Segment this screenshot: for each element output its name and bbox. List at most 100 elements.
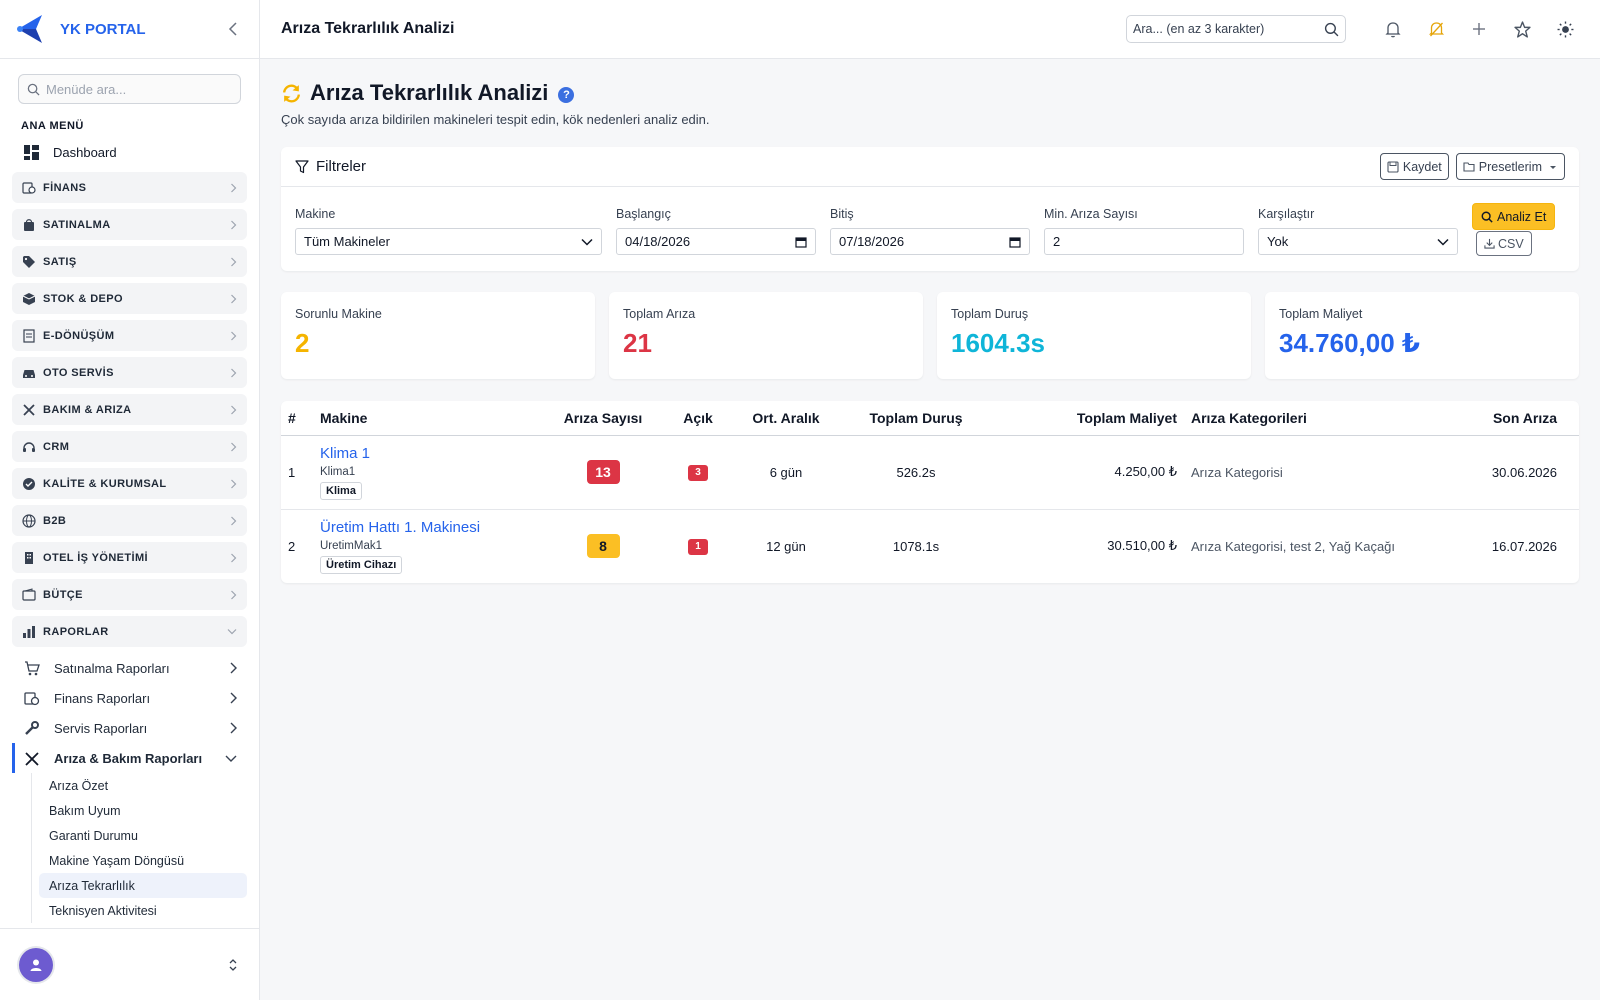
col-header-avg-interval[interactable]: Ort. Aralık (739, 401, 833, 436)
machine-link[interactable]: Klima 1 (320, 445, 542, 462)
sidebar-group-b2b[interactable]: B2B (12, 505, 247, 536)
sidebar-leaf-makine-yasam-dongusu[interactable]: Makine Yaşam Döngüsü (32, 848, 247, 873)
bell-icon[interactable] (1379, 15, 1407, 43)
menu-search-input[interactable] (46, 81, 226, 97)
wallet-icon (22, 587, 36, 601)
sidebar-group-oto-servi-s[interactable]: OTO SERVİS (12, 357, 247, 388)
page-title: Arıza Tekrarlılık Analizi (310, 80, 549, 105)
global-search-input[interactable] (1133, 22, 1324, 36)
sidebar-group-bakim-ariza[interactable]: BAKIM & ARIZA (12, 394, 247, 425)
sidebar-item-dashboard[interactable]: Dashboard (12, 138, 247, 166)
stat-value: 21 (623, 328, 652, 358)
chevron-right-icon (231, 442, 237, 451)
search-icon[interactable] (1324, 22, 1339, 37)
bell-off-icon[interactable] (1422, 15, 1450, 43)
wrench-icon (25, 720, 39, 735)
main-content: Arıza Tekrarlılık Analizi ? Çok sayıda a… (281, 59, 1579, 583)
col-header-machine[interactable]: Makine (313, 401, 549, 436)
help-icon[interactable]: ? (558, 86, 575, 103)
col-header-last-fault[interactable]: Son Arıza (1477, 401, 1579, 436)
star-icon[interactable] (1508, 15, 1536, 43)
menu-search[interactable] (18, 74, 241, 104)
calendar-icon[interactable] (1009, 236, 1021, 248)
sidebar-group-kali-te-kurumsal[interactable]: KALİTE & KURUMSAL (12, 468, 247, 499)
stat-card-total-downtime: Toplam Duruş 1604.3s (937, 292, 1251, 379)
stat-value: 34.760,00 ₺ (1279, 328, 1420, 358)
sidebar-group-fi-nans[interactable]: FİNANS (12, 172, 247, 203)
topbar-title: Arıza Tekrarlılık Analizi (281, 20, 455, 37)
download-icon (1484, 238, 1495, 249)
fault-count-badge: 13 (586, 460, 620, 484)
sidebar-leaf-ariza-ozet[interactable]: Arıza Özet (32, 773, 247, 798)
avatar[interactable] (19, 947, 53, 982)
folder-icon (1463, 162, 1475, 172)
csv-export-button[interactable]: CSV (1476, 231, 1532, 256)
sidebar-leaf-teknisyen-aktivitesi[interactable]: Teknisyen Aktivitesi (32, 898, 247, 923)
machine-link[interactable]: Üretim Hattı 1. Makinesi (320, 519, 542, 536)
sidebar-item-satinalma-raporlari[interactable]: Satınalma Raporları (12, 653, 247, 683)
sidebar-leaf-garanti-durumu[interactable]: Garanti Durumu (32, 823, 247, 848)
compare-field: Karşılaştır Yok (1258, 207, 1458, 255)
presets-dropdown[interactable]: Presetlerim (1455, 153, 1565, 180)
global-search[interactable] (1126, 15, 1346, 43)
sidebar-item-ariza-bakim-raporlari[interactable]: Arıza & Bakım Raporları (12, 743, 247, 773)
collapse-sidebar-button[interactable] (223, 19, 243, 39)
chevron-down-icon (225, 755, 237, 762)
page-header: Arıza Tekrarlılık Analizi ? (281, 80, 1579, 106)
plus-icon[interactable] (1465, 15, 1493, 43)
table-row: 2 Üretim Hattı 1. Makinesi UretimMak1 Ür… (281, 509, 1579, 583)
sidebar-group-e-d-n-m[interactable]: E-DÖNÜŞÜM (12, 320, 247, 351)
machine-select[interactable]: Tüm Makineler (295, 228, 602, 255)
chevron-right-icon (230, 662, 237, 674)
caret-down-icon (1550, 165, 1556, 169)
fault-count-badge: 8 (586, 534, 620, 559)
sidebar-group-satinalma[interactable]: SATINALMA (12, 209, 247, 240)
sidebar-group-otel-i-y-neti-mi-[interactable]: OTEL İŞ YÖNETİMİ (12, 542, 247, 573)
col-header-categories[interactable]: Arıza Kategorileri (1184, 401, 1477, 436)
compare-select[interactable]: Yok (1258, 228, 1458, 255)
sidebar-group-sati-[interactable]: SATIŞ (12, 246, 247, 277)
stat-value: 2 (295, 328, 310, 358)
col-header-open[interactable]: Açık (657, 401, 739, 436)
sidebar-group-label: SATINALMA (43, 218, 111, 231)
col-header-no[interactable]: # (281, 401, 313, 436)
start-date-input[interactable]: 04/18/2026 (616, 228, 816, 255)
sidebar-leaf-bakim-uyum[interactable]: Bakım Uyum (32, 798, 247, 823)
sidebar-item-label: Finans Raporları (54, 690, 151, 706)
sidebar-group-raporlar[interactable]: RAPORLAR (12, 616, 247, 647)
table-header-row: # Makine Arıza Sayısı Açık Ort. Aralık T… (281, 401, 1579, 436)
col-header-fault-count[interactable]: Arıza Sayısı (549, 401, 657, 436)
chevron-right-icon (230, 722, 237, 734)
sidebar-item-finans-raporlari[interactable]: Finans Raporları (12, 683, 247, 713)
chevron-right-icon (230, 692, 237, 704)
filter-card: Filtreler Kaydet Presetlerim Makine Tüm … (281, 147, 1579, 271)
sidebar-group-stok-depo[interactable]: STOK & DEPO (12, 283, 247, 314)
chevron-updown-icon[interactable] (228, 958, 238, 972)
chevron-right-icon (231, 220, 237, 229)
col-header-total-downtime[interactable]: Toplam Duruş (833, 401, 999, 436)
sidebar-leaf-ariza-tekrarlilik[interactable]: Arıza Tekrarlılık (39, 873, 247, 898)
finance-icon (24, 691, 40, 705)
stat-card-total-cost: Toplam Maliyet 34.760,00 ₺ (1265, 292, 1579, 379)
chevron-right-icon (231, 553, 237, 562)
sidebar-item-servis-raporlari[interactable]: Servis Raporları (12, 713, 247, 743)
end-date-input[interactable]: 07/18/2026 (830, 228, 1030, 255)
sun-icon[interactable] (1551, 15, 1579, 43)
calendar-icon[interactable] (795, 236, 807, 248)
save-preset-button[interactable]: Kaydet (1379, 153, 1449, 180)
sidebar-group-crm[interactable]: CRM (12, 431, 247, 462)
stat-card-problem-machines: Sorunlu Makine 2 (281, 292, 595, 379)
filter-title: Filtreler (316, 158, 367, 175)
tools-icon (25, 751, 39, 766)
sidebar-item-label: Satınalma Raporları (54, 660, 170, 676)
tools-icon (23, 403, 35, 416)
analyze-button[interactable]: Analiz Et (1472, 203, 1556, 230)
min-fault-input[interactable]: 2 (1044, 228, 1244, 255)
sidebar-group-b-t-e[interactable]: BÜTÇE (12, 579, 247, 610)
stat-card-total-faults: Toplam Arıza 21 (609, 292, 923, 379)
car-icon (23, 369, 35, 378)
search-icon (27, 83, 40, 96)
box-icon (22, 292, 36, 305)
finance-icon (22, 181, 36, 194)
col-header-total-cost[interactable]: Toplam Maliyet (999, 401, 1184, 436)
